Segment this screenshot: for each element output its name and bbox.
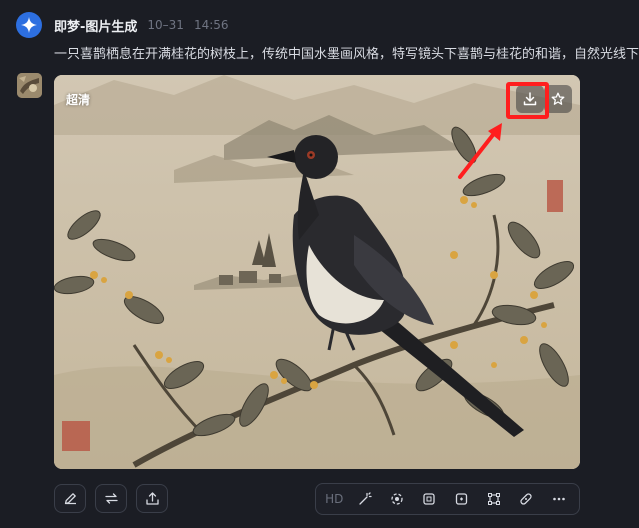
bottom-left-toolbar bbox=[54, 484, 168, 513]
star-icon bbox=[551, 92, 565, 105]
magic-wand-button[interactable] bbox=[354, 488, 376, 510]
bot-avatar bbox=[16, 12, 42, 38]
regenerate-button[interactable] bbox=[95, 484, 127, 513]
resize-button[interactable] bbox=[483, 488, 505, 510]
prompt-text: 一只喜鹊栖息在开满桂花的树枝上，传统中国水墨画风格，特写镜头下喜鹊与桂花的和谐，… bbox=[54, 47, 639, 62]
edit-button[interactable] bbox=[54, 484, 86, 513]
add-image-button[interactable] bbox=[451, 488, 473, 510]
resize-icon bbox=[488, 493, 501, 505]
share-icon bbox=[145, 492, 159, 505]
hd-button[interactable]: HD bbox=[325, 492, 343, 506]
message-header: 即梦-图片生成 10–31 14:56 bbox=[54, 15, 229, 35]
crop-expand-button[interactable] bbox=[418, 488, 440, 510]
annotation-arrow-icon bbox=[458, 123, 502, 179]
crop-expand-icon bbox=[423, 493, 436, 505]
message-time: 14:56 bbox=[193, 18, 229, 32]
regenerate-icon bbox=[104, 493, 118, 504]
add-image-icon bbox=[455, 493, 467, 505]
download-highlight-box bbox=[506, 82, 549, 119]
generated-image[interactable]: 超清 bbox=[54, 75, 580, 469]
more-button[interactable] bbox=[548, 488, 570, 510]
patch-button[interactable] bbox=[515, 488, 537, 510]
sparkle-icon bbox=[21, 17, 37, 33]
edit-pencil-icon bbox=[64, 493, 76, 505]
share-button[interactable] bbox=[136, 484, 168, 513]
magic-wand-icon bbox=[359, 492, 372, 505]
bot-name: 即梦-图片生成 bbox=[54, 19, 138, 35]
more-icon bbox=[552, 497, 565, 501]
eraser-icon bbox=[391, 493, 403, 505]
message-date: 10–31 bbox=[147, 18, 184, 32]
quality-label: 超清 bbox=[66, 93, 91, 107]
message-timestamp: 10–31 14:56 bbox=[147, 18, 228, 32]
patch-icon bbox=[520, 493, 533, 505]
reference-thumbnail[interactable] bbox=[17, 73, 42, 98]
bottom-right-toolbar: HD bbox=[315, 483, 580, 515]
eraser-button[interactable] bbox=[386, 488, 408, 510]
